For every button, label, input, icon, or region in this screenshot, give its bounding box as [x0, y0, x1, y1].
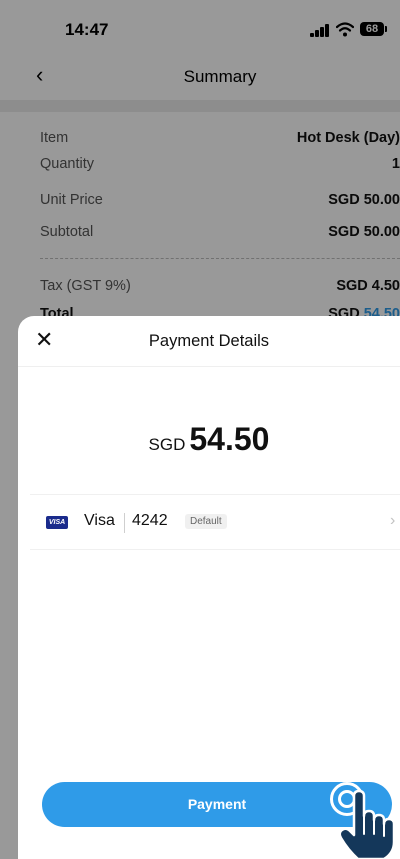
hand-cursor-icon — [338, 790, 396, 859]
visa-icon: VISA — [46, 516, 68, 529]
sheet-header: ✕ Payment Details — [18, 316, 400, 367]
sheet-title: Payment Details — [148, 332, 270, 350]
amount-currency: SGD — [148, 435, 186, 454]
card-brand: Visa — [84, 512, 115, 529]
card-separator — [124, 513, 125, 533]
chevron-right-icon: › — [390, 512, 396, 529]
payment-amount: SGD 54.50 — [18, 421, 400, 458]
amount-value: 54.50 — [189, 421, 270, 457]
payment-details-sheet: ✕ Payment Details SGD 54.50 VISA Visa 424… — [18, 316, 400, 859]
default-badge: Default — [185, 514, 227, 529]
screen: 14:47 68 ‹ Summary Item Hot Desk (Day) Q… — [0, 0, 400, 859]
card-last4: 4242 — [132, 512, 168, 529]
payment-method-row[interactable]: VISA Visa 4242 Default › — [30, 494, 400, 550]
